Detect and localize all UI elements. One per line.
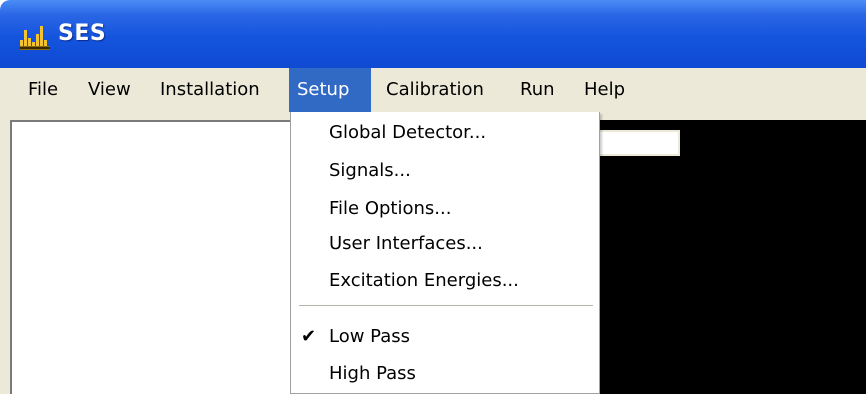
window-title: SES (58, 21, 107, 46)
menu-item-signals[interactable]: Signals... (329, 160, 411, 181)
menu-bar: File View Installation Setup Calibration… (0, 68, 866, 113)
setup-dropdown-menu: Global Detector... Signals... File Optio… (290, 112, 600, 394)
menu-item-low-pass[interactable]: Low Pass (329, 326, 410, 347)
menu-run[interactable]: Run (512, 68, 563, 112)
menu-item-global-detector[interactable]: Global Detector... (329, 122, 486, 143)
ses-app-icon (20, 26, 50, 50)
menu-view[interactable]: View (80, 68, 139, 112)
menu-item-high-pass[interactable]: High Pass (329, 363, 416, 384)
title-bar[interactable]: SES (0, 0, 866, 68)
menu-setup[interactable]: Setup (289, 68, 371, 112)
menu-separator (299, 305, 593, 307)
check-mark-icon: ✔ (301, 326, 317, 347)
menu-installation[interactable]: Installation (152, 68, 268, 112)
menu-help[interactable]: Help (576, 68, 633, 112)
menu-item-file-options[interactable]: File Options... (329, 198, 451, 219)
display-panel (598, 120, 866, 394)
left-pane[interactable] (10, 120, 290, 394)
menu-item-user-interfaces[interactable]: User Interfaces... (329, 233, 483, 254)
menu-item-excitation-energies[interactable]: Excitation Energies... (329, 270, 519, 291)
menu-file[interactable]: File (20, 68, 66, 112)
menu-calibration[interactable]: Calibration (378, 68, 492, 112)
status-field[interactable] (596, 128, 682, 158)
left-border (0, 112, 10, 394)
